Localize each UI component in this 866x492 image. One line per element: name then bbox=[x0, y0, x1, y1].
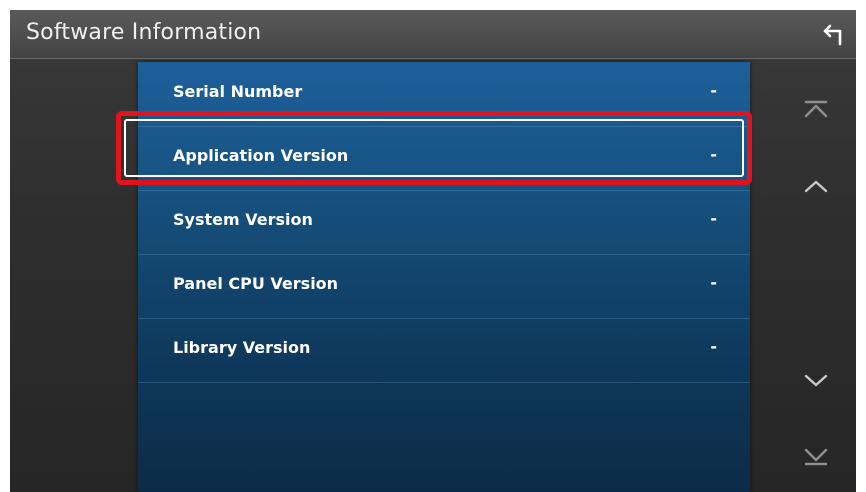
title-bar: Software Information bbox=[10, 10, 856, 59]
list-item-value: - bbox=[710, 209, 717, 228]
scroll-down-icon bbox=[804, 374, 828, 387]
list-item-application-version[interactable]: Application Version - bbox=[138, 126, 750, 191]
list-item-value: - bbox=[710, 337, 717, 356]
scroll-bottom-button[interactable] bbox=[796, 436, 836, 476]
scroll-top-icon bbox=[804, 100, 828, 118]
list-item-serial-number[interactable]: Serial Number - bbox=[138, 62, 750, 127]
list-item-value: - bbox=[710, 273, 717, 292]
list-item-panel-cpu-version[interactable]: Panel CPU Version - bbox=[138, 254, 750, 319]
scroll-bottom-icon bbox=[804, 448, 828, 466]
list-item-value: - bbox=[710, 145, 717, 164]
software-info-list: Serial Number - Application Version - Sy… bbox=[138, 62, 750, 492]
list-item-label: Application Version bbox=[173, 146, 349, 165]
list-item-label: Serial Number bbox=[173, 82, 303, 101]
list-item-label: System Version bbox=[173, 210, 313, 229]
scroll-top-button[interactable] bbox=[796, 90, 836, 130]
list-item-label: Panel CPU Version bbox=[173, 274, 339, 293]
scroll-up-icon bbox=[804, 180, 828, 193]
list-item-label: Library Version bbox=[173, 338, 311, 357]
list-item-value: - bbox=[710, 81, 717, 100]
scroll-up-button[interactable] bbox=[796, 166, 836, 206]
software-information-screen: Software Information Serial Number - App… bbox=[10, 10, 856, 492]
back-button[interactable] bbox=[816, 18, 848, 50]
page-title: Software Information bbox=[26, 20, 262, 45]
back-arrow-icon bbox=[823, 24, 842, 46]
list-item-system-version[interactable]: System Version - bbox=[138, 190, 750, 255]
scroll-down-button[interactable] bbox=[796, 360, 836, 400]
list-item-library-version[interactable]: Library Version - bbox=[138, 318, 750, 383]
